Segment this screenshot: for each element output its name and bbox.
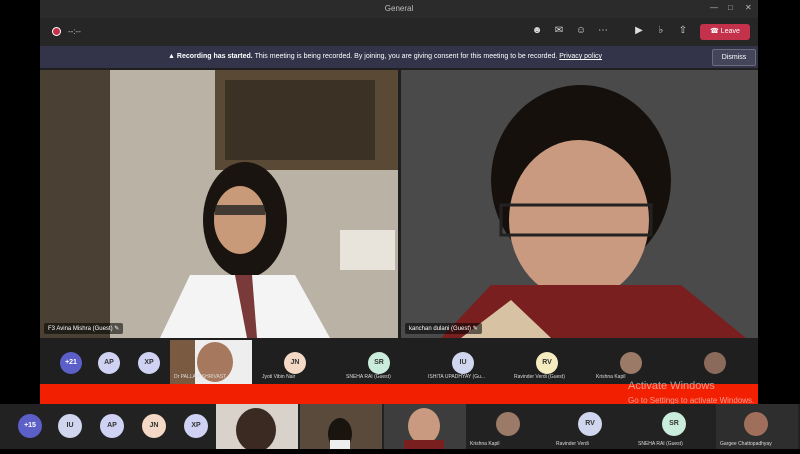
banner-bold: Recording has started. (176, 53, 253, 60)
privacy-link[interactable]: Privacy policy (559, 53, 602, 60)
avatar-photo[interactable] (620, 352, 642, 374)
avatar[interactable]: IU (58, 414, 82, 438)
participant-label: SNEHA RAI (Guest) (638, 441, 683, 447)
avatar[interactable]: JN (142, 414, 166, 438)
video-feed (216, 404, 298, 452)
video-feed (401, 70, 758, 338)
minimize-icon[interactable]: — (710, 3, 718, 12)
dismiss-button[interactable]: Dismiss (712, 49, 756, 66)
video-feed (40, 70, 398, 338)
video-tile-2[interactable]: kanchan dulani (Guest) ✎ (401, 70, 758, 338)
chat-icon[interactable]: ✉ (552, 24, 566, 38)
avatar-photo[interactable] (496, 412, 520, 436)
participant-label: Krishna Kapil (470, 441, 500, 447)
participant-video-thumb[interactable] (384, 404, 466, 449)
participant-label: Dr PALLAVI SHRIVAST (174, 374, 227, 380)
banner-text: ▲ Recording has started. This meeting is… (168, 53, 602, 60)
activate-windows-watermark: Activate Windows (628, 380, 715, 392)
participant-name-tag: kanchan dulani (Guest) ✎ (405, 323, 482, 334)
overflow-count[interactable]: +15 (18, 414, 42, 438)
avatar[interactable]: JN (284, 352, 306, 374)
participant-label: Ravinder Verdi (Guest) (514, 374, 565, 380)
participant-label: Jyoti Vibin Nair (262, 374, 296, 380)
avatar[interactable]: SR (662, 412, 686, 436)
leave-label: Leave (720, 28, 740, 35)
leave-button[interactable]: ☎ Leave (700, 24, 750, 40)
participant-name: F3 Avina Mishra (Guest) (48, 326, 113, 332)
meeting-timer: --:-- (68, 27, 81, 36)
avatar[interactable]: RV (536, 352, 558, 374)
warning-icon: ▲ (168, 53, 175, 60)
reactions-icon[interactable]: ☺ (574, 24, 588, 38)
participant-label: Krishna Kapil (596, 374, 626, 380)
avatar[interactable]: XP (138, 352, 160, 374)
overflow-count[interactable]: +21 (60, 352, 82, 374)
recording-icon (53, 28, 60, 35)
banner-message: This meeting is being recorded. By joini… (254, 53, 558, 60)
video-tile-1[interactable]: F3 Avina Mishra (Guest) ✎ (40, 70, 398, 338)
maximize-icon[interactable]: □ (728, 3, 733, 12)
participant-name-tag: F3 Avina Mishra (Guest) ✎ (44, 323, 124, 334)
people-icon[interactable]: ☻ (530, 24, 544, 38)
participant-name: kanchan dulani (Guest) (409, 326, 472, 332)
avatar[interactable]: AP (100, 414, 124, 438)
avatar[interactable]: IU (452, 352, 474, 374)
close-icon[interactable]: ✕ (745, 3, 752, 12)
share-icon[interactable]: ⇧ (676, 24, 690, 38)
participant-label: ISHITA UPADHYAY (Gu... (428, 374, 486, 380)
participant-label: Gargee Chattopadhyay (720, 441, 772, 447)
avatar[interactable]: XP (184, 414, 208, 438)
avatar[interactable]: SR (368, 352, 390, 374)
avatar[interactable]: RV (578, 412, 602, 436)
mic-off-icon[interactable]: ♭ (654, 24, 668, 38)
participant-video-thumb[interactable] (216, 404, 298, 452)
more-icon[interactable]: ⋯ (596, 24, 610, 38)
avatar-photo[interactable] (704, 352, 726, 374)
participant-video-thumb[interactable] (300, 404, 382, 450)
meeting-toolbar: --:-- ☻ ✉ ☺ ⋯ ▶ ♭ ⇧ ☎ Leave (40, 18, 758, 46)
title-bar: General — □ ✕ (40, 0, 758, 18)
avatar-photo (744, 412, 768, 436)
bottom-participant-strip: +15 IU AP JN XP Krishna Kapil RV Ravinde… (0, 404, 800, 452)
video-feed (384, 404, 466, 449)
window-title: General (384, 4, 414, 13)
participant-strip: +21 AP XP Dr PALLAVI SHRIVAST JN Jyoti V… (40, 340, 758, 384)
participant-video-thumb[interactable]: Dr PALLAVI SHRIVAST (170, 340, 252, 384)
video-feed (300, 404, 382, 450)
participant-label: SNEHA RAI (Guest) (346, 374, 391, 380)
avatar[interactable]: AP (98, 352, 120, 374)
recording-banner: ▲ Recording has started. This meeting is… (40, 46, 758, 68)
participant-tile[interactable]: Gargee Chattopadhyay (716, 404, 798, 449)
camera-icon[interactable]: ▶ (632, 24, 646, 38)
participant-label: Ravinder Verdi (556, 441, 589, 447)
